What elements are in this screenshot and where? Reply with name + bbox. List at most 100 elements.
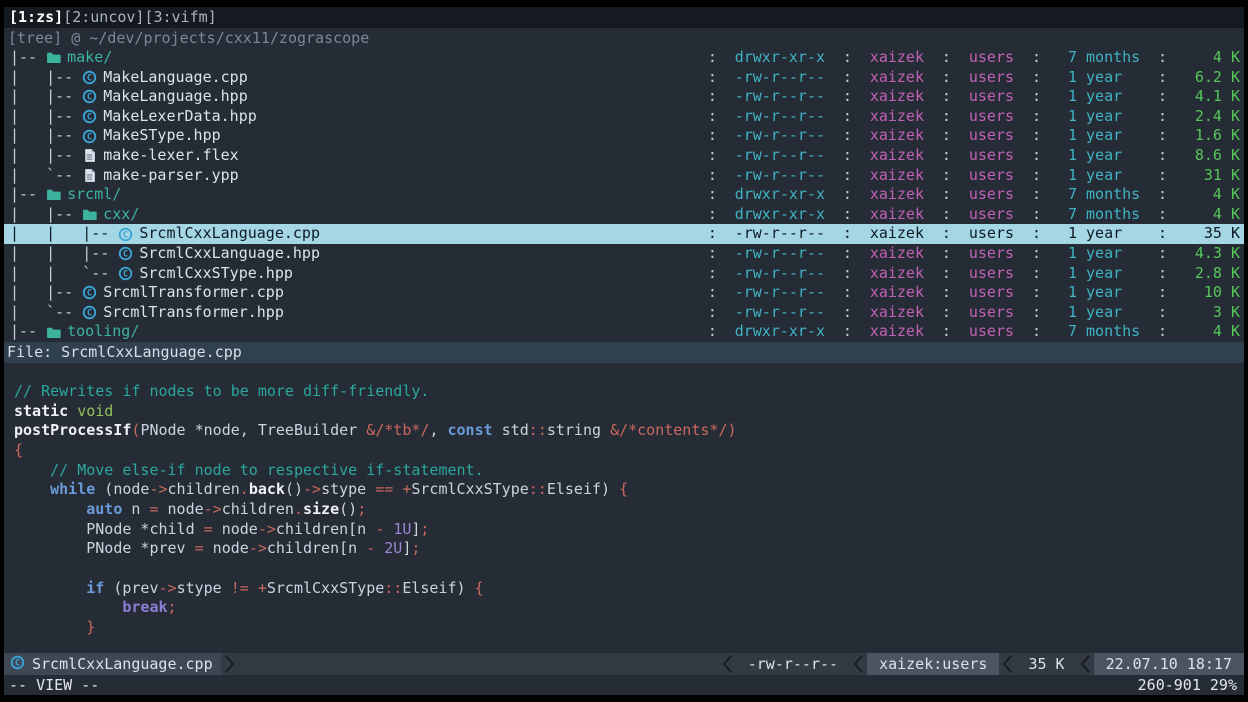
file-permissions: -rw-r--r-- bbox=[726, 244, 834, 264]
tree-row[interactable]: |-- make/:drwxr-xr-x:xaizek:users:7 mont… bbox=[4, 48, 1244, 68]
file-age: 1 year bbox=[1050, 126, 1149, 146]
mode-indicator: -- VIEW -- bbox=[9, 675, 99, 695]
column-separator: : bbox=[942, 205, 951, 225]
column-separator: : bbox=[708, 244, 717, 264]
column-separator: : bbox=[1158, 185, 1167, 205]
tree-row[interactable]: | `-- make-parser.ypp:-rw-r--r--:xaizek:… bbox=[4, 166, 1244, 186]
tree-branch-lines: | |-- bbox=[10, 107, 82, 127]
column-separator: : bbox=[843, 322, 852, 342]
column-separator: : bbox=[1032, 224, 1041, 244]
column-separator: : bbox=[843, 303, 852, 323]
tree-row[interactable]: | |-- CMakeSType.hpp:-rw-r--r--:xaizek:u… bbox=[4, 126, 1244, 146]
code-preview[interactable]: // Rewrites if nodes to be more diff-fri… bbox=[4, 382, 1244, 638]
column-separator: : bbox=[1032, 48, 1041, 68]
column-separator: : bbox=[942, 264, 951, 284]
file-name: SrcmlTransformer.cpp bbox=[103, 283, 699, 303]
tree-row[interactable]: | |-- CSrcmlTransformer.cpp:-rw-r--r--:x… bbox=[4, 283, 1244, 303]
code-line bbox=[14, 559, 1244, 579]
file-size: 6.2 K bbox=[1176, 68, 1240, 88]
tmux-window-vifm[interactable]: [3:vifm] bbox=[144, 8, 216, 26]
file-permissions: -rw-r--r-- bbox=[726, 107, 834, 127]
column-separator: : bbox=[1032, 303, 1041, 323]
chevron-left-icon bbox=[1077, 653, 1094, 675]
file-group: users bbox=[960, 303, 1023, 323]
tree-row[interactable]: | | |-- CSrcmlCxxLanguage.hpp:-rw-r--r--… bbox=[4, 244, 1244, 264]
column-separator: : bbox=[942, 185, 951, 205]
column-separator: : bbox=[942, 303, 951, 323]
tree-row[interactable]: |-- tooling/:drwxr-xr-x:xaizek:users:7 m… bbox=[4, 322, 1244, 342]
file-age: 1 year bbox=[1050, 68, 1149, 88]
location-line: [tree] @ ~/dev/projects/cxx11/zograscope bbox=[4, 28, 1244, 48]
column-separator: : bbox=[708, 68, 717, 88]
file-age: 7 months bbox=[1050, 322, 1149, 342]
column-separator: : bbox=[942, 87, 951, 107]
column-separator: : bbox=[1158, 107, 1167, 127]
tree-row[interactable]: | | `-- CSrcmlCxxSType.hpp:-rw-r--r--:xa… bbox=[4, 264, 1244, 284]
file-name: make-parser.ypp bbox=[103, 166, 699, 186]
tree-branch-lines: |-- bbox=[10, 185, 46, 205]
tree-branch-lines: | `-- bbox=[10, 303, 82, 323]
column-separator: : bbox=[843, 87, 852, 107]
tree-branch-lines: | |-- bbox=[10, 126, 82, 146]
column-separator: : bbox=[843, 126, 852, 146]
file-tree[interactable]: |-- make/:drwxr-xr-x:xaizek:users:7 mont… bbox=[4, 48, 1244, 342]
file-name: SrcmlTransformer.hpp bbox=[103, 303, 699, 323]
file-permissions: -rw-r--r-- bbox=[726, 303, 834, 323]
code-line: // Move else-if node to respective if-st… bbox=[14, 461, 1244, 481]
code-line: // Rewrites if nodes to be more diff-fri… bbox=[14, 382, 1244, 402]
file-age: 1 year bbox=[1050, 224, 1149, 244]
file-name: SrcmlCxxLanguage.cpp bbox=[139, 224, 698, 244]
file-permissions: drwxr-xr-x bbox=[726, 205, 834, 225]
file-owner: xaizek bbox=[861, 68, 933, 88]
column-separator: : bbox=[942, 166, 951, 186]
file-size: 4 K bbox=[1176, 185, 1240, 205]
column-separator: : bbox=[708, 185, 717, 205]
tree-row[interactable]: | |-- cxx/:drwxr-xr-x:xaizek:users:7 mon… bbox=[4, 205, 1244, 225]
file-owner: xaizek bbox=[861, 303, 933, 323]
code-line: auto n = node->children.size(); bbox=[14, 500, 1244, 520]
column-separator: : bbox=[843, 205, 852, 225]
file-permissions: -rw-r--r-- bbox=[726, 146, 834, 166]
tree-row[interactable]: | `-- C SrcmlTransformer.hpp: -rw-r--r--: x… bbox=[4, 303, 1244, 323]
column-separator: : bbox=[1032, 87, 1041, 107]
column-separator: : bbox=[708, 87, 717, 107]
file-age: 1 year bbox=[1050, 87, 1149, 107]
column-separator: : bbox=[708, 146, 717, 166]
file-permissions: drwxr-xr-x bbox=[726, 322, 834, 342]
tmux-window-zs[interactable]: [1:zs] bbox=[9, 8, 63, 26]
file-owner: xaizek bbox=[861, 87, 933, 107]
file-group: users bbox=[960, 48, 1023, 68]
column-separator: : bbox=[1158, 322, 1167, 342]
svg-text:C: C bbox=[123, 270, 128, 280]
cpp-file-icon: C bbox=[118, 246, 133, 261]
file-permissions: -rw-r--r-- bbox=[726, 126, 834, 146]
cpp-file-icon: C bbox=[82, 129, 97, 144]
file-permissions: drwxr-xr-x bbox=[726, 48, 834, 68]
file-age: 1 year bbox=[1050, 107, 1149, 127]
file-age: 1 year bbox=[1050, 146, 1149, 166]
column-separator: : bbox=[708, 322, 717, 342]
column-separator: : bbox=[708, 48, 717, 68]
tree-row[interactable]: | | |-- CSrcmlCxxLanguage.cpp:-rw-r--r--… bbox=[4, 224, 1244, 244]
tree-row[interactable]: | |-- make-lexer.flex:-rw-r--r--:xaizek:… bbox=[4, 146, 1244, 166]
tree-row[interactable]: | |-- CMakeLexerData.hpp:-rw-r--r--:xaiz… bbox=[4, 107, 1244, 127]
tree-row[interactable]: |-- srcml/:drwxr-xr-x:xaizek:users:7 mon… bbox=[4, 185, 1244, 205]
column-separator: : bbox=[843, 244, 852, 264]
file-size: 1.6 K bbox=[1176, 126, 1240, 146]
column-separator: : bbox=[942, 283, 951, 303]
file-age: 7 months bbox=[1050, 185, 1149, 205]
scroll-position: 260-901 29% bbox=[1138, 675, 1237, 695]
tree-row[interactable]: | |-- CMakeLanguage.hpp:-rw-r--r--:xaize… bbox=[4, 87, 1244, 107]
column-separator: : bbox=[708, 166, 717, 186]
file-name: srcml/ bbox=[67, 185, 699, 205]
file-group: users bbox=[960, 185, 1023, 205]
column-separator: : bbox=[1032, 126, 1041, 146]
column-separator: : bbox=[942, 107, 951, 127]
file-age: 1 year bbox=[1050, 166, 1149, 186]
cpp-file-icon: C bbox=[82, 305, 97, 320]
statusbar-file-segment: C SrcmlCxxLanguage.cpp bbox=[4, 653, 221, 675]
statusbar-fill bbox=[238, 653, 719, 675]
file-permissions: -rw-r--r-- bbox=[726, 283, 834, 303]
tree-row[interactable]: | |-- CMakeLanguage.cpp:-rw-r--r--:xaize… bbox=[4, 68, 1244, 88]
tmux-window-uncov[interactable]: [2:uncov] bbox=[63, 8, 144, 26]
